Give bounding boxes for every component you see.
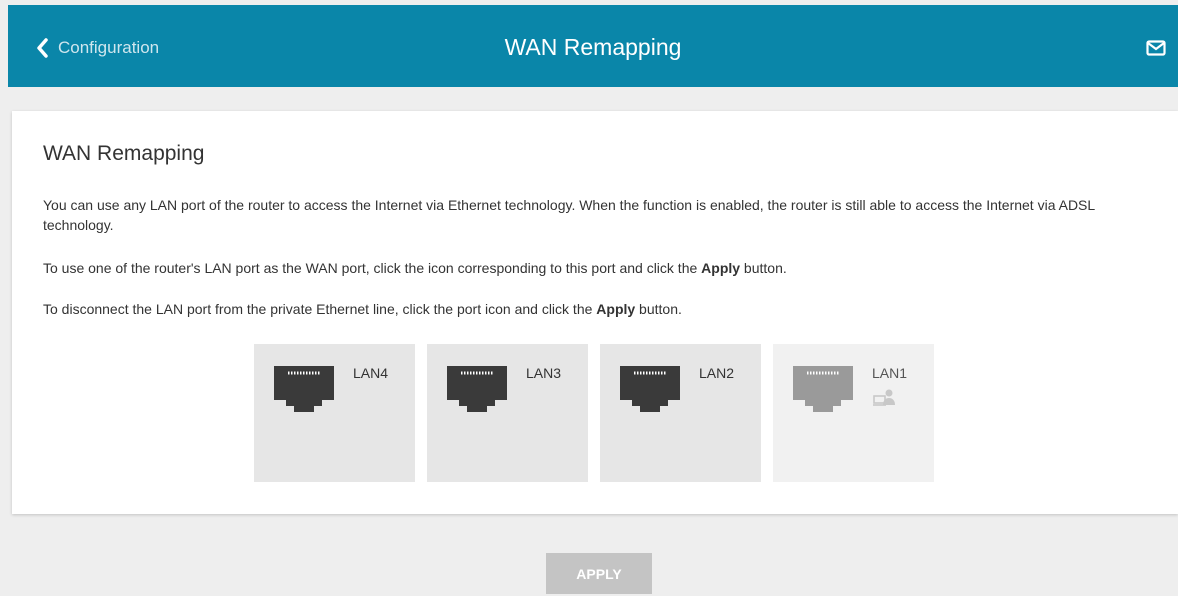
port-label: LAN3 xyxy=(526,365,562,381)
ethernet-port-icon xyxy=(274,366,334,412)
apply-button[interactable]: APPLY xyxy=(546,553,652,594)
port-label: LAN1 xyxy=(872,365,908,381)
section-heading: WAN Remapping xyxy=(43,142,205,165)
instruction-enable-text: To use one of the router's LAN port as t… xyxy=(43,260,787,276)
port-list: LAN4 LAN3 LAN2 LAN1 xyxy=(254,344,934,482)
ethernet-port-icon xyxy=(620,366,680,412)
mail-icon xyxy=(1146,40,1166,56)
instruction-disconnect-text: To disconnect the LAN port from the priv… xyxy=(43,301,682,317)
port-label: LAN2 xyxy=(699,365,735,381)
port-lan1[interactable]: LAN1 xyxy=(773,344,934,482)
pc-user-icon xyxy=(873,389,895,406)
port-lan2[interactable]: LAN2 xyxy=(600,344,761,482)
ethernet-port-icon xyxy=(447,366,507,412)
port-lan3[interactable]: LAN3 xyxy=(427,344,588,482)
description-text: You can use any LAN port of the router t… xyxy=(43,197,1095,233)
ethernet-port-icon xyxy=(793,366,853,412)
port-label: LAN4 xyxy=(353,365,389,381)
notifications-button[interactable] xyxy=(1146,40,1166,61)
page-title: WAN Remapping xyxy=(504,34,682,60)
top-bar: Configuration WAN Remapping xyxy=(8,5,1178,87)
port-lan4[interactable]: LAN4 xyxy=(254,344,415,482)
wan-remapping-card: WAN Remapping You can use any LAN port o… xyxy=(12,111,1178,514)
